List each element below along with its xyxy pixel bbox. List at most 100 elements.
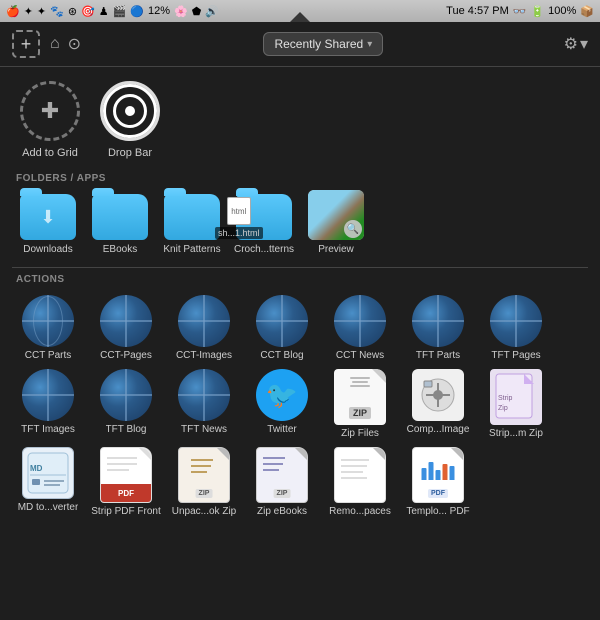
- action-cct-images[interactable]: CCT-Images: [168, 295, 240, 361]
- folder-crochet-label: Croch...tterns: [234, 244, 294, 255]
- action-cct-parts[interactable]: CCT Parts: [12, 295, 84, 361]
- magnify-icon: 🔍: [344, 220, 362, 238]
- folder-knit-icon: [164, 194, 220, 240]
- action-cct-pages[interactable]: CCT-Pages: [90, 295, 162, 361]
- action-tft-pages[interactable]: TFT Pages: [480, 295, 552, 361]
- templ-label: PDF: [428, 489, 448, 498]
- globe-cct-images-icon: [178, 295, 230, 347]
- action-cct-news-label: CCT News: [336, 350, 384, 361]
- action-tft-parts-label: TFT Parts: [416, 350, 460, 361]
- action-strip-pdf-label: Strip PDF Front: [91, 506, 160, 517]
- unpack-svg: [189, 456, 219, 476]
- action-template-pdf-label: Templo... PDF: [406, 506, 469, 517]
- folder-preview-label: Preview: [318, 244, 354, 255]
- bar-4: [443, 464, 448, 480]
- bar-5: [450, 466, 455, 480]
- folder-downloads[interactable]: ⬇ Downloads: [16, 194, 80, 255]
- menubar-icon: ⬟: [192, 5, 202, 18]
- globe-grid-6: [412, 295, 464, 347]
- folder-ebooks[interactable]: EBooks: [88, 194, 152, 255]
- preview-app-icon: 🔍: [308, 190, 364, 240]
- action-strip-zip[interactable]: Strip Zip Strip...m Zip: [480, 369, 552, 439]
- folders-grid: ⬇ Downloads EBooks Knit Patterns Croch..…: [0, 190, 600, 265]
- panel: + ⌂ ⊙ Recently Shared ▾ ⚙ ▾ ✚ Add to Gri…: [0, 22, 600, 620]
- bar-3: [436, 470, 441, 480]
- apple-icon[interactable]: 🍎: [6, 5, 20, 18]
- unpack-icon: ZIP: [178, 447, 230, 503]
- zip-line-2: [350, 385, 370, 387]
- actions-row-2: TFT Images TFT Blog TFT News 🐦 Twitter: [0, 369, 600, 447]
- action-tft-images[interactable]: TFT Images: [12, 369, 84, 439]
- plus-icon: +: [21, 34, 32, 55]
- action-unpack-zip[interactable]: ZIP Unpac...ok Zip: [168, 447, 240, 517]
- action-zip-files-label: Zip Files: [341, 428, 379, 439]
- icon-fold-4: [451, 448, 463, 460]
- dropdown-label: Recently Shared: [274, 37, 363, 51]
- pdf-label: PDF: [101, 484, 151, 502]
- settings-arrow-icon: ▾: [580, 34, 588, 54]
- menubar-icon: ♟: [99, 5, 109, 18]
- md-svg: MD: [26, 451, 70, 495]
- action-tft-blog[interactable]: TFT Blog: [90, 369, 162, 439]
- globe-tft-images-icon: [22, 369, 74, 421]
- zip-fold: [372, 369, 386, 383]
- globe-grid-3: [178, 295, 230, 347]
- action-zip-ebooks-label: Zip eBooks: [257, 506, 307, 517]
- template-pdf-icon: PDF: [412, 447, 464, 503]
- action-cct-pages-label: CCT-Pages: [100, 350, 152, 361]
- chart-bars: [422, 462, 455, 480]
- upload-icon-button[interactable]: ⊙: [66, 32, 83, 56]
- action-cct-blog[interactable]: CCT Blog: [246, 295, 318, 361]
- add-to-grid-label: Add to Grid: [22, 147, 78, 159]
- drop-bar-label: Drop Bar: [108, 147, 152, 159]
- action-remove-spaces[interactable]: Remo...paces: [324, 447, 396, 517]
- menubar-icon: ⊛: [68, 5, 77, 18]
- action-cct-news[interactable]: CCT News: [324, 295, 396, 361]
- action-zip-ebooks[interactable]: ZIP Zip eBooks: [246, 447, 318, 517]
- menubar-left: 🍎 ✦ ✦ 🐾 ⊛ 🎯 ♟ 🎬 🔵 12% 🌸 ⬟ 🔊: [6, 5, 219, 18]
- globe-grid-10: [178, 369, 230, 421]
- divider-1: [12, 267, 588, 268]
- action-twitter-label: Twitter: [267, 424, 296, 435]
- actions-section-header: ACTIONS: [0, 270, 600, 291]
- download-arrow-icon: ⬇: [40, 207, 55, 228]
- globe-grid-8: [22, 369, 74, 421]
- action-compress-image[interactable]: Comp...Image: [402, 369, 474, 439]
- zip-ebooks-icon: ZIP: [256, 447, 308, 503]
- action-tft-news[interactable]: TFT News: [168, 369, 240, 439]
- folders-section-header: FOLDERS / APPS: [0, 169, 600, 190]
- add-to-grid-item[interactable]: ✚ Add to Grid: [20, 81, 80, 159]
- action-tft-news-label: TFT News: [181, 424, 227, 435]
- folder-preview[interactable]: 🔍 Preview: [304, 190, 368, 255]
- icon-zip-label-2: ZIP: [274, 489, 291, 498]
- drop-bar-item[interactable]: Drop Bar: [100, 81, 160, 159]
- action-md-converter[interactable]: MD MD to...verter: [12, 447, 84, 517]
- action-tft-parts[interactable]: TFT Parts: [402, 295, 474, 361]
- globe-tft-blog-icon: [100, 369, 152, 421]
- home-icon-button[interactable]: ⌂: [48, 33, 62, 55]
- action-md-converter-label: MD to...verter: [18, 502, 79, 513]
- toolbar-left: + ⌂ ⊙: [12, 30, 83, 58]
- zipe-svg: [261, 454, 297, 482]
- globe-grid-2: [100, 295, 152, 347]
- action-remove-spaces-label: Remo...paces: [329, 506, 391, 517]
- globe-grid-9: [100, 369, 152, 421]
- action-zip-files[interactable]: Zip Files: [324, 369, 396, 439]
- add-button[interactable]: +: [12, 30, 40, 58]
- remo-lines: [339, 454, 379, 495]
- menubar-right: Tue 4:57 PM 👓 🔋 100% 📦: [446, 5, 594, 18]
- globe-grid-7: [490, 295, 542, 347]
- action-strip-pdf[interactable]: PDF Strip PDF Front: [90, 447, 162, 517]
- action-tft-pages-label: TFT Pages: [491, 350, 540, 361]
- action-template-pdf[interactable]: PDF Templo... PDF: [402, 447, 474, 517]
- action-cct-parts-label: CCT Parts: [25, 350, 72, 361]
- zip-line: [350, 377, 370, 379]
- icon-zip-label: ZIP: [196, 489, 213, 498]
- compress-image-icon: [412, 369, 464, 421]
- globe-cct-blog-icon: [256, 295, 308, 347]
- settings-button[interactable]: ⚙ ▾: [564, 34, 588, 54]
- action-twitter[interactable]: 🐦 Twitter: [246, 369, 318, 439]
- menubar-icon: 🌸: [174, 5, 188, 18]
- recently-shared-dropdown[interactable]: Recently Shared ▾: [263, 32, 383, 56]
- dragged-file: html sh...1.html: [215, 197, 263, 239]
